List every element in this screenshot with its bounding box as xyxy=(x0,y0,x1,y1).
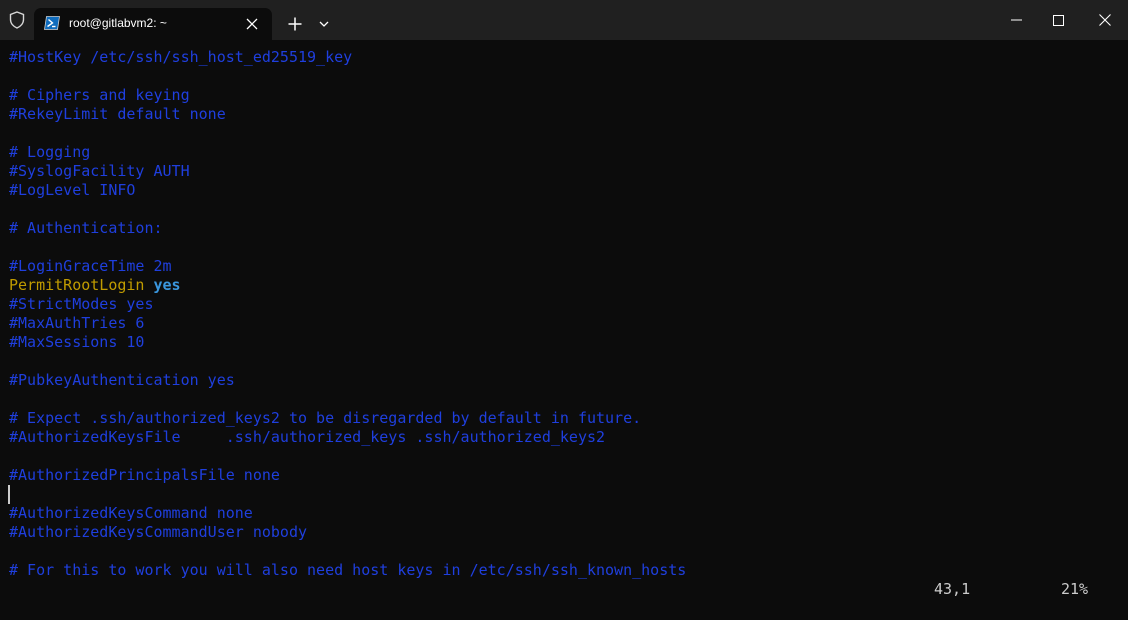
cursor-position: 43,1 xyxy=(934,580,971,598)
terminal-line: #MaxAuthTries 6 xyxy=(9,314,145,332)
plus-icon xyxy=(288,17,302,31)
terminal-line: # Authentication: xyxy=(9,219,163,237)
terminal-output[interactable]: # For this to work you will also need ho… xyxy=(0,40,1128,620)
shield-icon[interactable] xyxy=(0,0,34,40)
powershell-icon xyxy=(44,16,60,30)
terminal-line: # Expect .ssh/authorized_keys2 to be dis… xyxy=(9,409,642,427)
terminal-line: #AuthorizedKeysFile .ssh/authorized_keys… xyxy=(9,428,606,446)
new-tab-button[interactable] xyxy=(282,12,308,36)
terminal-line: #SyslogFacility AUTH xyxy=(9,162,190,180)
minimize-icon xyxy=(1010,19,1022,21)
terminal-line: #AuthorizedKeysCommandUser nobody xyxy=(9,523,308,541)
terminal-window: root@gitlabvm2: ~ # For this to work you… xyxy=(0,0,1128,620)
config-key: PermitRootLogin xyxy=(9,276,145,294)
terminal-line: # Ciphers and keying xyxy=(9,86,190,104)
terminal-line: #AuthorizedPrincipalsFile none xyxy=(9,466,280,484)
config-value: yes xyxy=(153,276,181,294)
close-icon xyxy=(1099,14,1111,26)
terminal-line: # Logging xyxy=(9,143,91,161)
close-button[interactable] xyxy=(1082,0,1128,40)
chevron-down-icon xyxy=(319,21,329,27)
terminal-line: #StrictModes yes xyxy=(9,295,154,313)
terminal-line: #LogLevel INFO xyxy=(9,181,136,199)
terminal-line: #HostKey /etc/ssh/ssh_host_ed25519_key xyxy=(9,48,353,66)
tab-dropdown-button[interactable] xyxy=(312,12,336,36)
terminal-line: # For this to work you will also need ho… xyxy=(9,561,687,579)
terminal-line: #PubkeyAuthentication yes xyxy=(9,371,235,389)
terminal-line: PermitRootLogin yes xyxy=(9,276,181,295)
terminal-line: #RekeyLimit default none xyxy=(9,105,226,123)
maximize-button[interactable] xyxy=(1035,0,1081,40)
config-separator xyxy=(144,276,153,294)
maximize-icon xyxy=(1052,14,1064,26)
tab-title: root@gitlabvm2: ~ xyxy=(69,16,167,30)
tab-root-gitlabvm2[interactable]: root@gitlabvm2: ~ xyxy=(34,8,272,40)
minimize-button[interactable] xyxy=(993,0,1039,40)
terminal-line: #AuthorizedKeysCommand none xyxy=(9,504,253,522)
terminal-line: #LoginGraceTime 2m xyxy=(9,257,172,275)
title-bar: root@gitlabvm2: ~ xyxy=(0,0,1128,40)
scroll-percent: 21% xyxy=(1061,580,1089,598)
text-cursor xyxy=(8,485,10,504)
terminal-line: #MaxSessions 10 xyxy=(9,333,145,351)
tab-close-icon[interactable] xyxy=(240,14,264,34)
